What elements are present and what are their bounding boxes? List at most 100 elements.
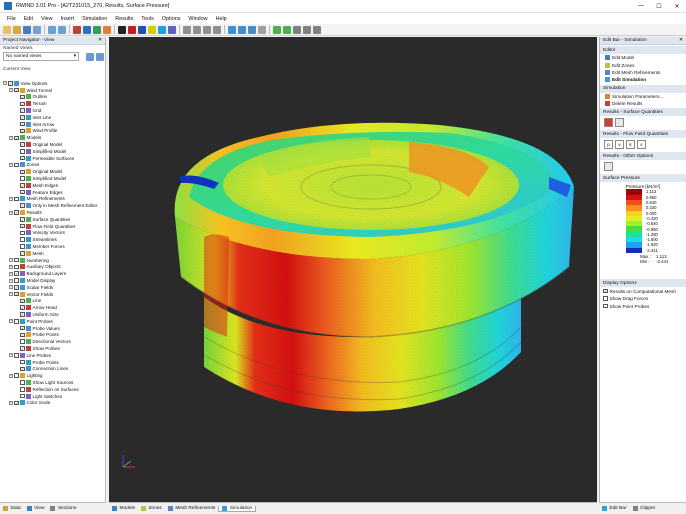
tree-checkbox[interactable]: ✓: [20, 346, 25, 351]
expand-icon[interactable]: −: [9, 285, 13, 290]
manage-views-icon[interactable]: [96, 52, 104, 61]
tree-checkbox[interactable]: [20, 359, 25, 365]
edit-simulation-item[interactable]: Edit Simulation: [600, 76, 686, 83]
transparent-icon[interactable]: [248, 25, 256, 34]
menu-insert[interactable]: Insert: [57, 16, 78, 22]
expand-icon[interactable]: [15, 251, 19, 255]
print-icon[interactable]: [33, 25, 41, 34]
expand-icon[interactable]: [15, 143, 19, 147]
tree-checkbox[interactable]: ✓: [20, 251, 25, 256]
tree-item[interactable]: ✓ Connection Lines: [3, 365, 105, 372]
tree-checkbox[interactable]: [20, 339, 25, 344]
results-on-mesh-option[interactable]: ✓ Results on Computational Mesh: [600, 287, 686, 295]
flow-k-button[interactable]: k: [626, 140, 635, 150]
tree-checkbox[interactable]: ✓: [14, 291, 19, 297]
tree-item[interactable]: ✓ Inlet Line: [3, 114, 105, 121]
expand-icon[interactable]: [15, 231, 19, 235]
results-icon[interactable]: [128, 25, 136, 34]
expand-icon[interactable]: [15, 238, 19, 242]
results-on-mesh-checkbox[interactable]: ✓: [603, 288, 608, 294]
tree-checkbox[interactable]: ✓: [20, 325, 25, 331]
tree-checkbox[interactable]: ✓: [20, 223, 25, 229]
new-file-icon[interactable]: [3, 25, 11, 34]
expand-icon[interactable]: [15, 333, 19, 337]
view-z-icon[interactable]: [213, 25, 221, 34]
mesh-icon[interactable]: [138, 25, 146, 34]
expand-icon[interactable]: [15, 394, 19, 398]
tree-item[interactable]: Velocity Vectors: [3, 230, 105, 237]
tree-checkbox[interactable]: ✓: [14, 285, 19, 290]
expand-icon[interactable]: [15, 340, 19, 344]
tab-edit-bar[interactable]: Edit Bar: [599, 506, 630, 511]
tree-item[interactable]: ✓ Original Model: [3, 168, 105, 175]
redo-icon[interactable]: [58, 25, 66, 34]
tree-item[interactable]: Probe Points: [3, 359, 105, 366]
vectors-icon[interactable]: [168, 25, 176, 34]
tree-checkbox[interactable]: [14, 196, 19, 202]
line-probe-icon[interactable]: [283, 25, 291, 34]
wind-direction-icon[interactable]: [118, 25, 126, 34]
expand-icon[interactable]: [15, 102, 19, 106]
tree-checkbox[interactable]: ✓: [20, 203, 25, 208]
tree-item[interactable]: ✓ Feature Edges: [3, 189, 105, 196]
show-point-probes-option[interactable]: Show Point Probes: [600, 302, 686, 310]
tree-item[interactable]: ✓ Surface Quantities: [3, 216, 105, 223]
expand-icon[interactable]: [15, 360, 19, 364]
tree-checkbox[interactable]: [20, 393, 25, 399]
probe-icon[interactable]: [273, 25, 281, 34]
tree-item[interactable]: ✓ Outline: [3, 94, 105, 101]
zoom-icon[interactable]: [83, 25, 91, 34]
tree-item[interactable]: ✓ Wind Profile: [3, 128, 105, 135]
expand-icon[interactable]: −: [9, 135, 13, 140]
tree-checkbox[interactable]: ✓: [20, 312, 25, 317]
tree-item[interactable]: ✓ Grid: [3, 107, 105, 114]
tree-checkbox[interactable]: [20, 149, 25, 154]
tree-checkbox[interactable]: ✓: [14, 271, 19, 276]
tree-item[interactable]: − ✓ Vector Fields: [3, 291, 105, 298]
expand-icon[interactable]: −: [9, 162, 13, 167]
tree-item[interactable]: − Point Probes: [3, 318, 105, 325]
tree-checkbox[interactable]: ✓: [20, 121, 25, 127]
tree-item[interactable]: ✓ Terrain: [3, 100, 105, 107]
solid-icon[interactable]: [238, 25, 246, 34]
tab-view[interactable]: View: [24, 506, 48, 511]
menu-simulation[interactable]: Simulation: [78, 16, 111, 22]
tree-item[interactable]: ✓ Only in Mesh Refinement Editor: [3, 202, 105, 209]
simulation-parameters-item[interactable]: Simulation Parameters...: [600, 93, 686, 100]
tree-item[interactable]: Directional Vectors: [3, 338, 105, 345]
expand-icon[interactable]: [15, 177, 19, 181]
tree-checkbox[interactable]: [14, 264, 19, 270]
close-button[interactable]: ✕: [668, 0, 686, 13]
tree-item[interactable]: − Model Display: [3, 277, 105, 284]
expand-icon[interactable]: [15, 204, 19, 208]
tree-checkbox[interactable]: ✓: [20, 332, 25, 338]
close-panel-icon[interactable]: ✕: [98, 38, 102, 43]
cp-surface-button[interactable]: [615, 118, 624, 128]
expand-icon[interactable]: [15, 306, 19, 310]
tree-checkbox[interactable]: ✓: [20, 128, 25, 134]
expand-icon[interactable]: [15, 95, 19, 99]
expand-icon[interactable]: −: [9, 264, 13, 269]
expand-icon[interactable]: [15, 224, 19, 228]
expand-icon[interactable]: [15, 170, 19, 174]
tree-checkbox[interactable]: [20, 237, 25, 242]
tree-item[interactable]: − Numbering: [3, 257, 105, 264]
expand-icon[interactable]: −: [9, 271, 13, 276]
tree-checkbox[interactable]: ✓: [20, 94, 25, 100]
tree-checkbox[interactable]: [20, 176, 25, 181]
measure-icon[interactable]: [293, 25, 301, 34]
flow-v-button[interactable]: v: [615, 140, 624, 150]
tree-checkbox[interactable]: ✓: [14, 87, 19, 93]
menu-file[interactable]: File: [3, 16, 20, 22]
clipper-icon[interactable]: [258, 25, 266, 34]
tree-checkbox[interactable]: ✓: [20, 142, 25, 147]
expand-icon[interactable]: [15, 326, 19, 330]
tree-item[interactable]: − ✓ View Options: [3, 80, 105, 87]
show-point-probes-checkbox[interactable]: [603, 303, 608, 309]
tree-checkbox[interactable]: ✓: [14, 135, 19, 141]
tree-checkbox[interactable]: [14, 319, 19, 324]
flow-epsilon-button[interactable]: ε: [637, 140, 646, 150]
settings-icon[interactable]: [313, 25, 321, 34]
rotate-icon[interactable]: [103, 25, 111, 34]
expand-icon[interactable]: [15, 387, 19, 391]
